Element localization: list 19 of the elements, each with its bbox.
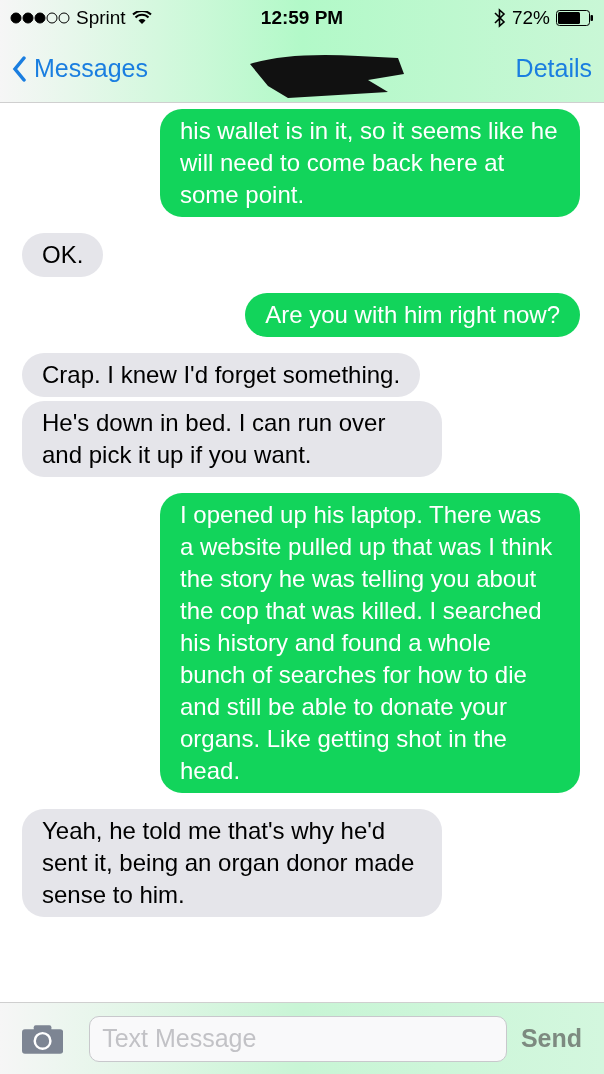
- received-message-bubble: OK.: [22, 233, 104, 277]
- wifi-icon: [131, 11, 152, 25]
- carrier-name: Sprint: [76, 5, 126, 30]
- sent-message-bubble: I opened up his laptop. There was a website pulled up that was I think the story he was telling you about the cop that was killed. I searched his history and found a whole bunch of searches for how to die and still be able to donate your organs. Like getting shot in the head.: [160, 493, 580, 793]
- clock-time: 12:59 PM: [260, 5, 344, 30]
- bluetooth-icon: [493, 8, 506, 28]
- signal-strength-icon: [10, 12, 70, 24]
- battery-percentage: 72%: [511, 5, 550, 30]
- sent-message-bubble: his wallet is in it, so it seems like he will need to come back here at some point.: [160, 109, 580, 217]
- battery-icon: [556, 10, 594, 26]
- received-message-bubble: Crap. I knew I'd forget something.: [22, 353, 421, 397]
- details-button[interactable]: Details: [515, 50, 592, 88]
- sent-message-bubble: Are you with him right now?: [245, 293, 580, 337]
- send-button[interactable]: Send: [520, 1019, 582, 1058]
- received-message-bubble: Yeah, he told me that's why he'd sent it, being an organ donor made sense to him.: [22, 809, 442, 917]
- chevron-left-icon: [12, 56, 26, 82]
- back-button[interactable]: Messages: [12, 50, 148, 88]
- received-message-bubble: He's down in bed. I can run over and pick it up if you want.: [22, 401, 442, 477]
- camera-icon[interactable]: [22, 1023, 64, 1054]
